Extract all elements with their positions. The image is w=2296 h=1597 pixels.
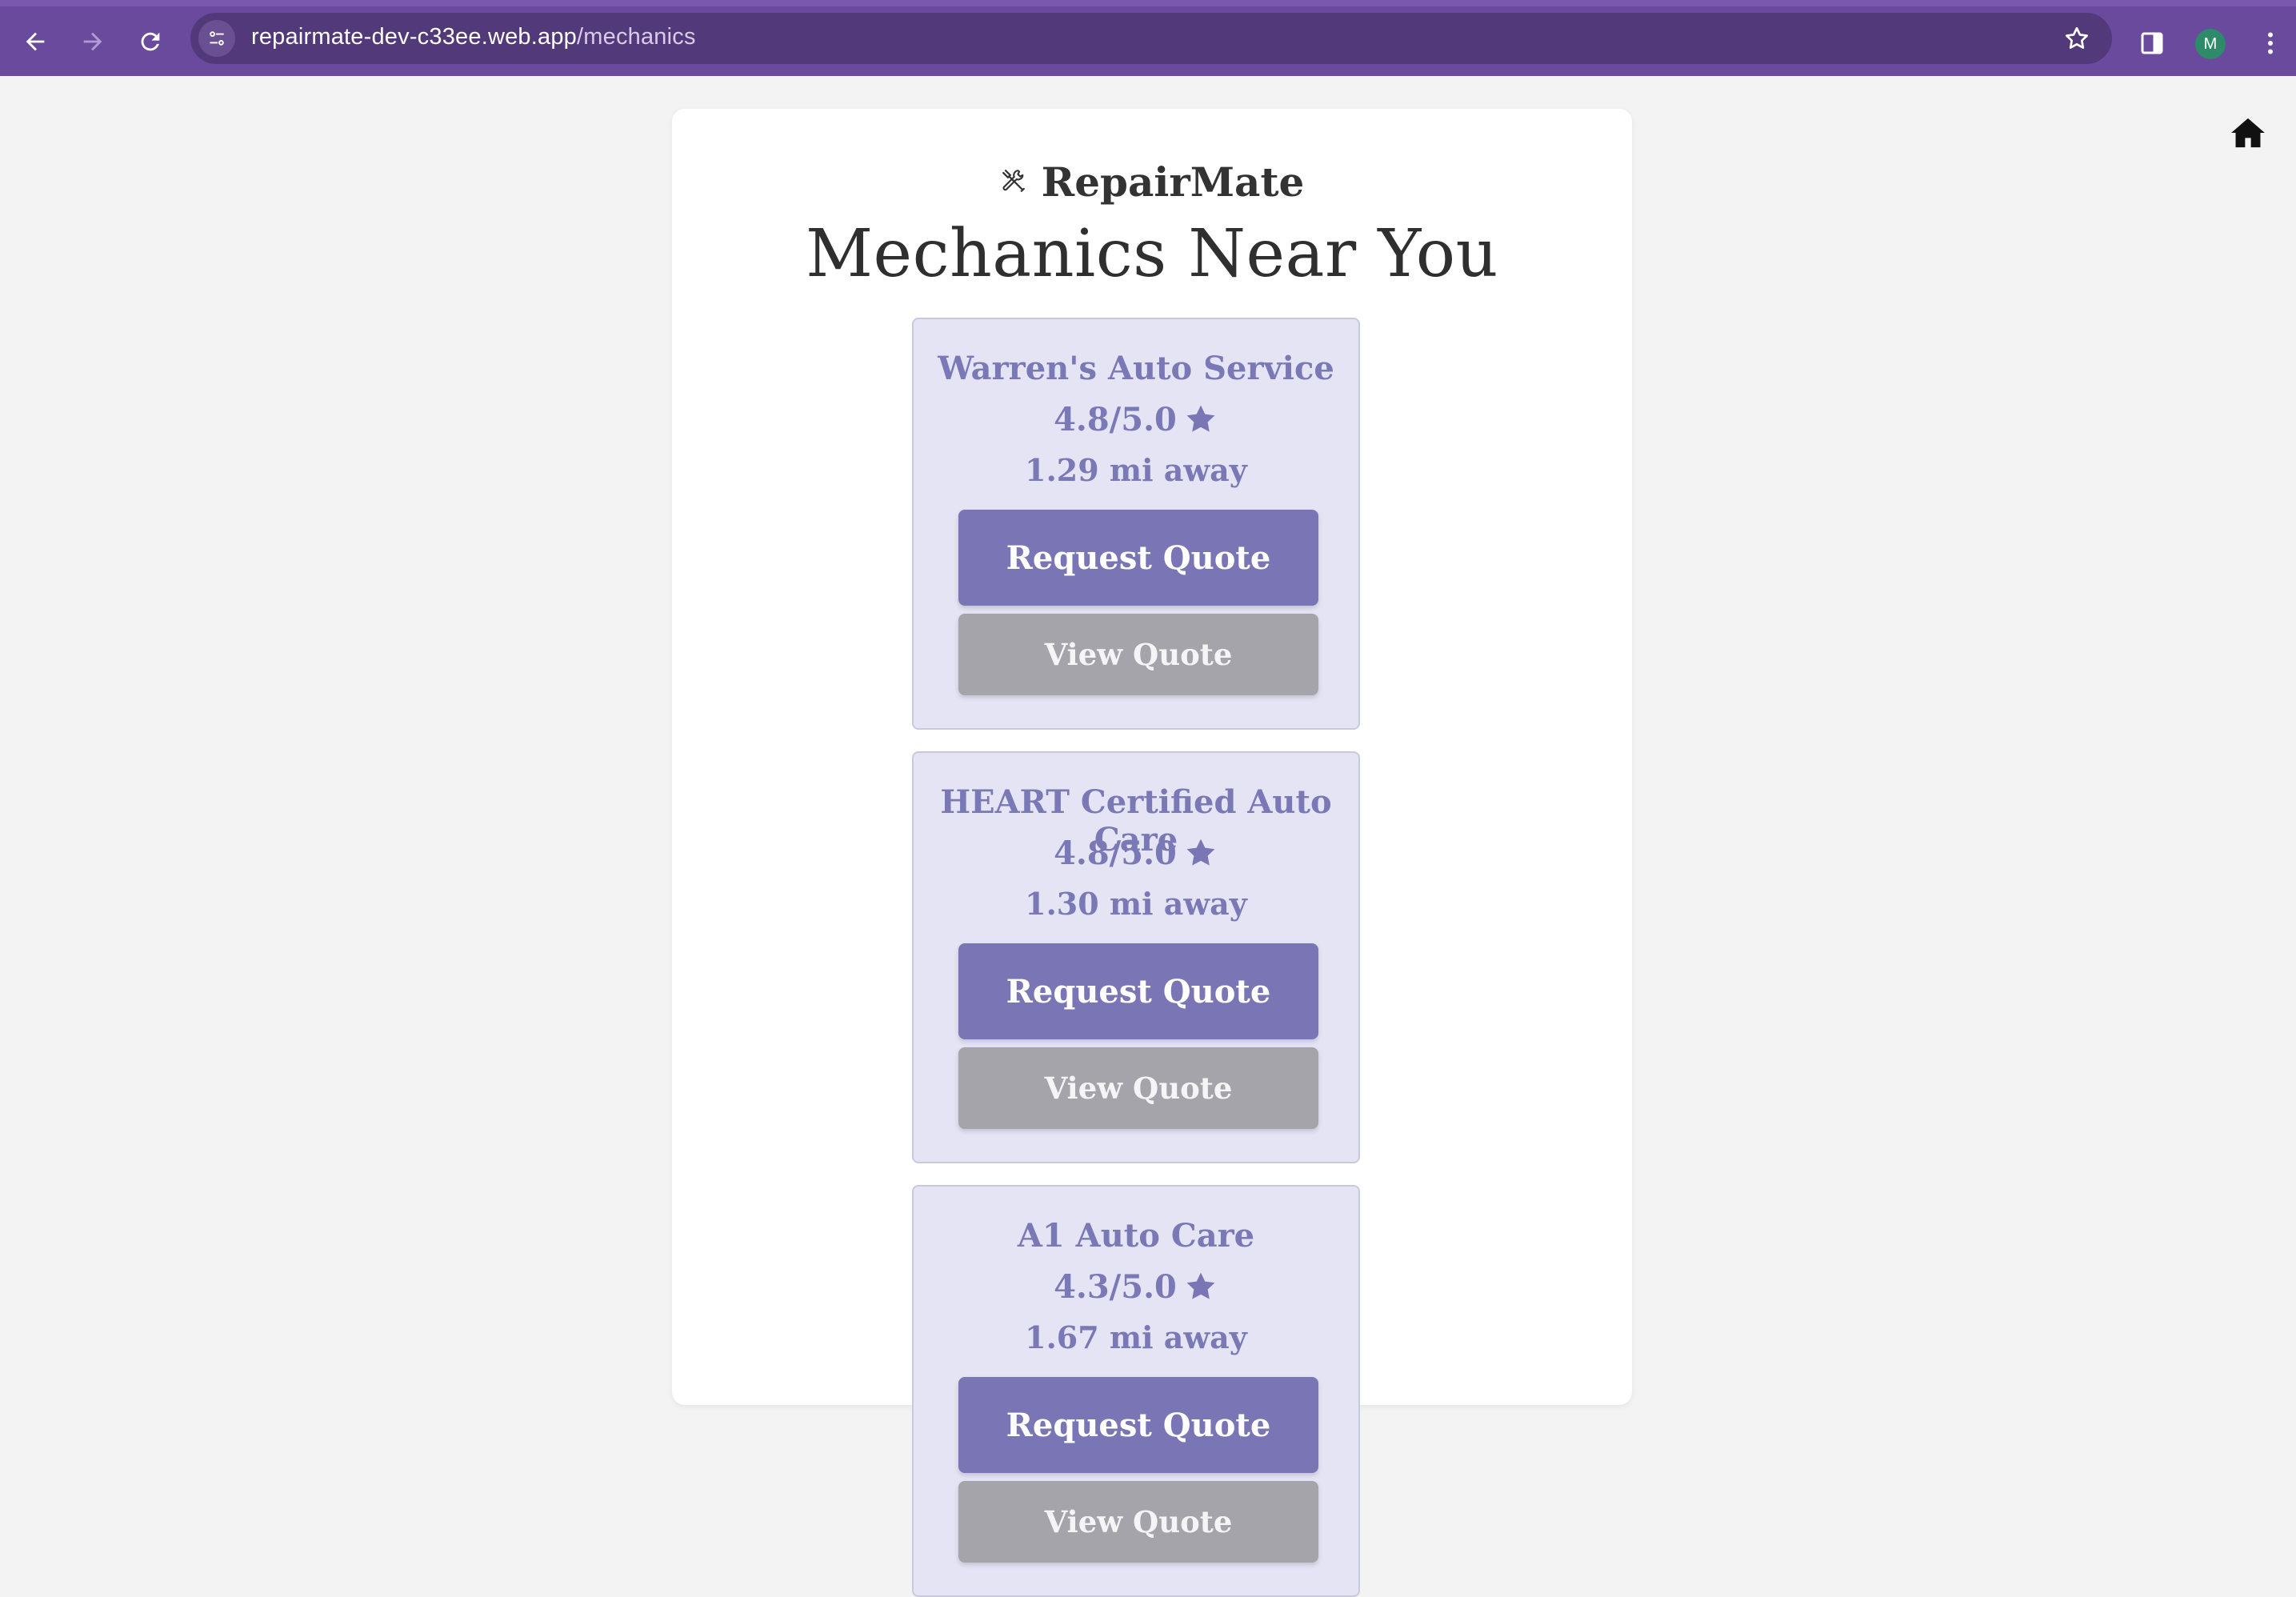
star-icon [1186, 1272, 1215, 1299]
mechanic-card: A1 Auto Care 4.3/5.0 1.67 mi away Reques… [912, 1185, 1360, 1597]
profile-avatar[interactable]: M [2195, 29, 2226, 59]
more-menu-icon[interactable] [2256, 29, 2285, 58]
url-domain: repairmate-dev-c33ee.web.app [251, 24, 577, 50]
url-path: /mechanics [577, 24, 696, 50]
request-quote-button[interactable]: Request Quote [958, 510, 1318, 606]
mechanic-distance: 1.30 mi away [1025, 886, 1247, 922]
rating-value: 4.8/5.0 [1054, 401, 1177, 438]
bookmark-star-icon[interactable] [2062, 24, 2091, 53]
url-text[interactable]: repairmate-dev-c33ee.web.app/mechanics [251, 24, 696, 50]
mechanic-rating: 4.8/5.0 [914, 401, 1358, 440]
mechanic-card: HEART Certified Auto Care 4.8/5.0 1.30 m… [912, 751, 1360, 1163]
site-info-icon[interactable] [198, 20, 235, 57]
browser-toolbar: repairmate-dev-c33ee.web.app/mechanics M [0, 0, 2296, 76]
brand-header: RepairMate [672, 158, 1632, 206]
page-title: Mechanics Near You [806, 216, 1498, 292]
rating-value: 4.8/5.0 [1054, 835, 1177, 872]
mechanic-distance: 1.29 mi away [1025, 452, 1247, 488]
home-icon[interactable] [2230, 117, 2266, 149]
reload-icon[interactable] [134, 26, 166, 58]
view-quote-button[interactable]: View Quote [958, 1481, 1318, 1563]
side-panel-icon[interactable] [2138, 29, 2166, 58]
request-quote-button[interactable]: Request Quote [958, 943, 1318, 1039]
view-quote-button[interactable]: View Quote [958, 1047, 1318, 1129]
star-icon [1186, 405, 1215, 432]
request-quote-button[interactable]: Request Quote [958, 1377, 1318, 1473]
brand-name: RepairMate [1041, 158, 1305, 206]
address-bar[interactable]: repairmate-dev-c33ee.web.app/mechanics [190, 13, 2112, 64]
rating-value: 4.3/5.0 [1054, 1268, 1177, 1306]
mechanic-card: Warren's Auto Service 4.8/5.0 1.29 mi aw… [912, 318, 1360, 730]
mechanic-rating: 4.8/5.0 [914, 835, 1358, 874]
main-content-card: RepairMate Mechanics Near You Warren's A… [672, 109, 1632, 1597]
star-icon [1186, 839, 1215, 866]
view-quote-button[interactable]: View Quote [958, 614, 1318, 695]
forward-icon[interactable] [77, 26, 109, 58]
mechanic-distance: 1.67 mi away [1025, 1319, 1247, 1355]
tools-icon [1002, 170, 1025, 192]
mechanic-name: A1 Auto Care [1017, 1217, 1255, 1255]
mechanic-rating: 4.3/5.0 [914, 1268, 1358, 1307]
mechanic-name: Warren's Auto Service [938, 350, 1334, 387]
back-icon[interactable] [19, 26, 51, 58]
